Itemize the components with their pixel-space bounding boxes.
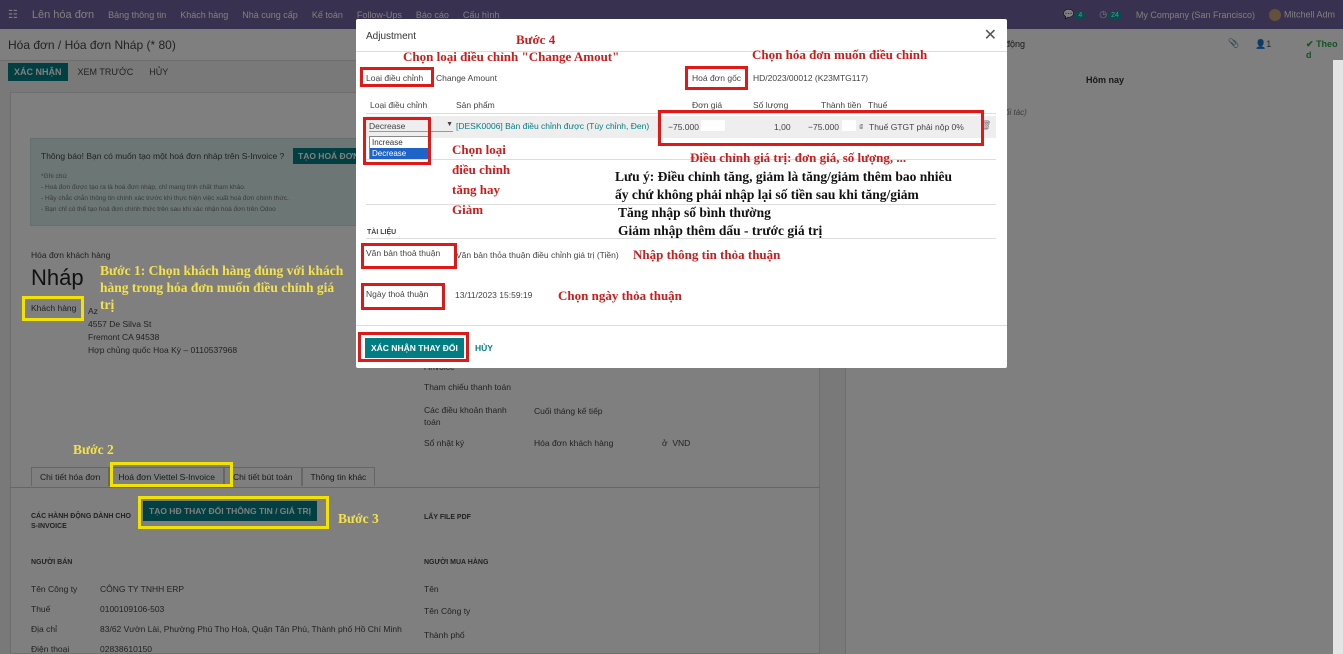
pick-invoice-note: Chọn hóa đơn muốn điều chỉnh [752,47,928,62]
row-product[interactable]: [DESK0006] Bàn điều chỉnh được (Tùy chỉn… [456,121,649,131]
highlight-adjust-type [360,67,434,87]
col-unit-price: Đơn giá [692,100,723,110]
step1-note: Bước 1: Chọn khách hàng đúng với khách h… [100,263,344,312]
note-line: Giảm nhập thêm dấu - trước giá trị [618,223,823,238]
documents-title: TÀI LIỆU [367,229,397,236]
adjust-values-note: Điều chỉnh giá trị: đơn giá, số lượng, .… [690,150,907,165]
highlight-sinvoice-tab [110,462,233,487]
chevron-down-icon: ▼ [446,121,453,128]
footer-divider [356,325,1007,326]
col-product: Sản phẩm [456,100,495,110]
step3-label: Bước 3 [338,511,379,526]
agreement-value[interactable]: Văn bản thỏa thuận điều chỉnh giá trị (T… [456,250,619,260]
note-line: ấy chứ không phải nhập lại số tiền sau k… [615,187,919,202]
highlight-type-select [363,117,431,165]
highlight-create-button [138,496,329,529]
col-subtotal: Thành tiền [821,100,862,110]
dialog-title: Adjustment [366,31,417,42]
note-line: Tăng nhập số bình thường [618,205,771,220]
step4-label: Bước 4 [516,32,556,47]
date-note: Chọn ngày thỏa thuận [558,288,682,303]
highlight-confirm [358,332,469,362]
agreement-note: Nhập thông tin thỏa thuận [633,247,781,262]
step2-label: Bước 2 [73,442,114,457]
adjustment-type-value[interactable]: Change Amount [436,73,497,83]
close-icon[interactable]: ✕ [984,25,997,45]
pick-type-note: Chọn loại điều chỉnh tăng hay Giảm [452,142,511,217]
dialog-cancel-button[interactable]: HỦY [475,343,493,353]
col-adjust-type: Loại điều chỉnh [370,100,428,110]
highlight-agreement [361,243,457,269]
original-invoice-value[interactable]: HD/2023/00012 (K23MTG117) [753,73,868,83]
page-scrollbar[interactable] [1333,60,1343,654]
note-line: Lưu ý: Điều chỉnh tăng, giảm là tăng/giả… [615,169,953,184]
highlight-values [658,110,984,146]
highlight-agreement-date [361,283,445,310]
step4-desc: Chọn loại điều chỉnh "Change Amout" [403,49,620,64]
col-tax: Thuế [868,100,888,110]
agreement-date-value[interactable]: 13/11/2023 15:59:19 [455,290,532,300]
highlight-customer [22,296,84,321]
col-quantity: Số lượng [753,100,789,110]
highlight-original-invoice [685,66,748,90]
